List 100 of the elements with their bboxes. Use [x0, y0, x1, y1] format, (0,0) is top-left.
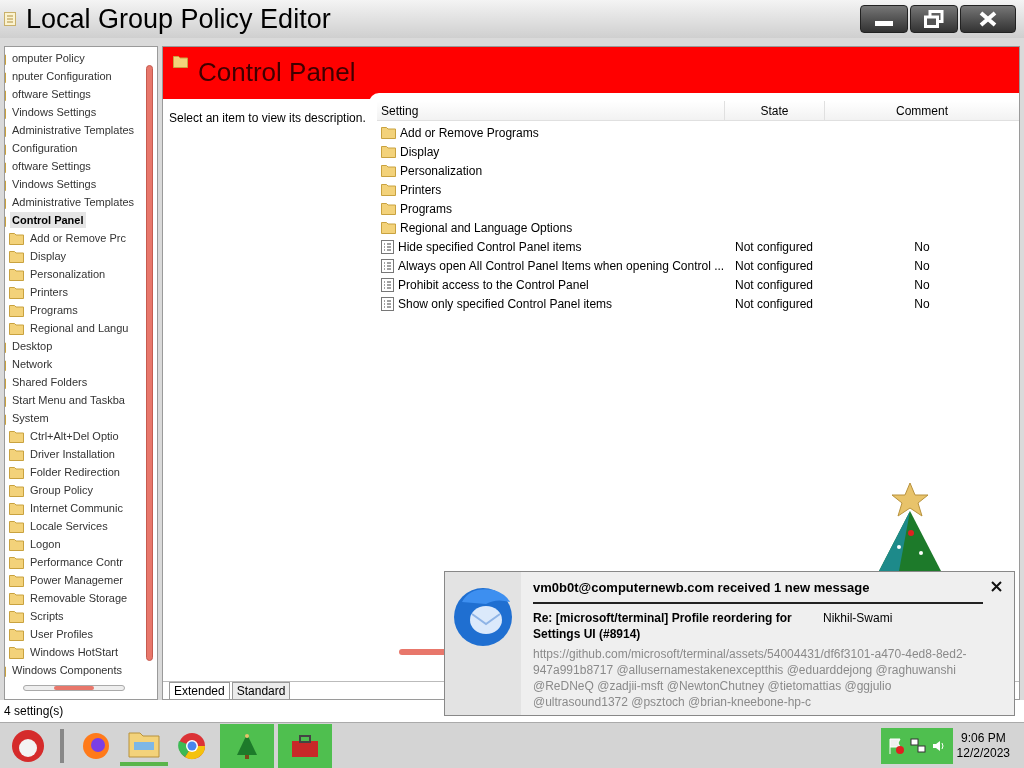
tree-item[interactable]: Performance Contr	[28, 553, 125, 571]
tree-item[interactable]: Printers	[28, 283, 70, 301]
comment-cell-text: No	[913, 276, 931, 294]
tree-item[interactable]: Control Panel	[10, 211, 86, 229]
tree-item[interactable]: Display	[28, 247, 69, 265]
folder-icon	[9, 591, 24, 605]
comment-cell-text: No	[913, 295, 931, 313]
restore-button[interactable]	[910, 5, 958, 33]
browser-icon	[177, 730, 207, 761]
tree-item[interactable]: Ctrl+Alt+Del Optio	[28, 427, 121, 445]
clock-time[interactable]: 9:06 PM	[960, 730, 1006, 746]
state-cell-text: Not configured	[734, 276, 815, 294]
minimize-icon	[875, 21, 893, 26]
folder-icon	[9, 303, 24, 317]
tree-item[interactable]: Configuration	[10, 139, 80, 157]
tree-item[interactable]: Administrative Templates	[10, 121, 137, 139]
comment-cell-text: No	[913, 257, 931, 275]
setting-cell-text: Show only specified Control Panel items	[398, 295, 613, 313]
tree-item[interactable]: Personalization	[28, 265, 108, 283]
setting-cell-text: Hide specified Control Panel items	[398, 238, 582, 256]
tree-item[interactable]: Logon	[28, 535, 63, 553]
clock-date[interactable]: 12/2/2023	[956, 745, 1010, 761]
folder-icon	[9, 231, 24, 245]
policy-icon	[381, 277, 394, 292]
tree-item[interactable]: Programs	[28, 301, 80, 319]
state-cell-text: Not configured	[734, 238, 815, 256]
status-text: 4 setting(s)	[4, 703, 64, 720]
window-title: Local Group Policy Editor	[26, 2, 331, 36]
tree-item[interactable]: Power Managemer	[28, 571, 125, 589]
tree-item[interactable]: Locale Services	[28, 517, 110, 535]
folder-icon	[9, 645, 24, 659]
tree-icon	[236, 732, 258, 759]
flag-icon[interactable]	[886, 736, 905, 755]
taskbar-app[interactable]	[220, 723, 274, 768]
fox-globe-icon	[81, 730, 111, 761]
close-button[interactable]	[988, 578, 1004, 594]
network-icon[interactable]	[908, 736, 927, 755]
view-tab[interactable]: Standard	[231, 682, 291, 699]
folder-icon	[9, 249, 24, 263]
policy-icon	[381, 239, 394, 254]
tree-item[interactable]: Vindows Settings	[10, 175, 99, 193]
column-header[interactable]: Setting	[377, 101, 725, 120]
setting-cell-text: Personalization	[400, 162, 483, 180]
tree-item[interactable]: Scripts	[28, 607, 66, 625]
setting-cell-text: Always open All Control Panel Items when opening Control ...	[398, 257, 725, 275]
folder-icon	[381, 164, 396, 177]
tree-item[interactable]: omputer Policy	[10, 49, 87, 67]
description-text: Select an item to view its description.	[169, 111, 366, 125]
start-icon	[10, 727, 46, 764]
folder-icon	[381, 202, 396, 215]
folder-icon	[9, 501, 24, 515]
setting-cell-text: Printers	[400, 181, 442, 199]
restore-icon	[924, 10, 944, 28]
folder-icon	[9, 609, 24, 623]
folder-icon	[9, 573, 24, 587]
tree-item[interactable]: Add or Remove Prc	[28, 229, 128, 247]
close-icon	[979, 11, 997, 27]
tree-item[interactable]: System	[10, 409, 51, 427]
app-icon	[4, 12, 16, 26]
close-button[interactable]	[960, 5, 1016, 33]
folder-icon	[9, 483, 24, 497]
tree-item[interactable]: Driver Installation	[28, 445, 117, 463]
folder-icon	[9, 555, 24, 569]
setting-cell-text: Regional and Language Options	[400, 219, 573, 237]
setting-cell-text: Programs	[400, 200, 452, 218]
comment-cell-text: No	[913, 238, 931, 256]
tree-item[interactable]: Group Policy	[28, 481, 95, 499]
tree-item[interactable]: Shared Folders	[10, 373, 90, 391]
tree-item[interactable]: Start Menu and Taskba	[10, 391, 127, 409]
tree-item[interactable]: Network	[10, 355, 55, 373]
folder-icon	[173, 55, 188, 68]
folder-icon	[381, 183, 396, 196]
tree-item[interactable]: Folder Redirection	[28, 463, 122, 481]
state-cell-text: Not configured	[734, 295, 815, 313]
header-title: Control Panel	[198, 59, 356, 85]
folder-icon	[128, 729, 160, 758]
tree-item[interactable]: User Profiles	[28, 625, 95, 643]
tree-item[interactable]: oftware Settings	[10, 85, 93, 103]
column-header[interactable]: Comment	[825, 101, 1019, 120]
view-tab[interactable]: Extended	[169, 682, 230, 699]
message-body: https://github.com/microsoft/terminal/assets/54004431/df6f3101-a470-4ed8-8ed2-947a991b8717 @allusernamestakenexceptthis @eduarddejong @raghuwanshi @ReDNeQ @zadjii-msft @NewtonChutney @tietomattias @ggjulio @ultrasound1372 @psztoch @brian-kneebone-hp-c	[533, 645, 968, 710]
folder-icon	[381, 221, 396, 234]
tree-item[interactable]: Regional and Langu	[28, 319, 131, 337]
tree-item[interactable]: nputer Configuration	[10, 67, 114, 85]
tree-item[interactable]: Desktop	[10, 337, 55, 355]
tree-item[interactable]: Windows HotStart	[28, 643, 121, 661]
column-header[interactable]: State	[725, 101, 825, 120]
taskbar-app[interactable]	[278, 723, 332, 768]
vertical-scrollbar[interactable]	[146, 65, 153, 661]
tree-item[interactable]: oftware Settings	[10, 157, 93, 175]
tree-item[interactable]: Removable Storage	[28, 589, 130, 607]
tree-item[interactable]: Windows Components	[10, 661, 125, 679]
tree-item[interactable]: Vindows Settings	[10, 103, 99, 121]
folder-icon	[9, 429, 24, 443]
tree-item[interactable]: Internet Communic	[28, 499, 125, 517]
close-icon	[990, 580, 1002, 592]
minimize-button[interactable]	[860, 5, 908, 33]
horizontal-scrollbar[interactable]	[23, 685, 125, 691]
tree-item[interactable]: Administrative Templates	[10, 193, 137, 211]
folder-icon	[9, 447, 24, 461]
